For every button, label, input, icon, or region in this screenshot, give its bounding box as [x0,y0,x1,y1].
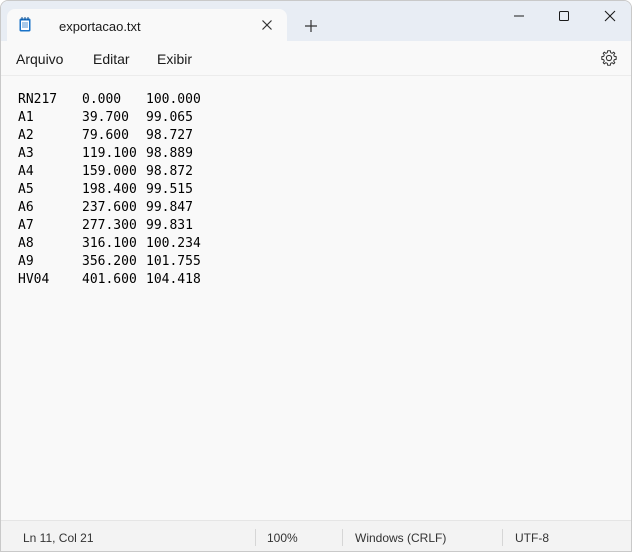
menu-bar: Arquivo Editar Exibir [1,41,631,76]
text-cell: HV04 [18,272,50,287]
close-window-icon[interactable] [598,7,622,25]
text-cell: 159.000 [82,164,137,179]
status-divider [255,529,256,546]
text-cell: 98.727 [146,128,193,143]
text-cell: 316.100 [82,236,137,251]
text-cell: A6 [18,200,34,215]
text-cell: 237.600 [82,200,137,215]
cursor-position[interactable]: Ln 11, Col 21 [23,531,94,545]
text-cell: A1 [18,110,34,125]
text-cell: A8 [18,236,34,251]
text-cell: 198.400 [82,182,137,197]
text-cell: 99.831 [146,218,193,233]
text-cell: A7 [18,218,34,233]
menu-arquivo[interactable]: Arquivo [16,51,63,67]
new-tab-icon[interactable] [303,18,319,34]
text-cell: 119.100 [82,146,137,161]
zoom-level[interactable]: 100% [267,531,298,545]
status-divider [502,529,503,546]
gear-icon[interactable] [600,49,618,67]
text-cell: A4 [18,164,34,179]
text-cell: 356.200 [82,254,137,269]
minimize-icon[interactable] [507,7,531,25]
status-divider [342,529,343,546]
encoding[interactable]: UTF-8 [515,531,549,545]
text-cell: 99.847 [146,200,193,215]
text-cell: A3 [18,146,34,161]
text-cell: A2 [18,128,34,143]
tab-title: exportacao.txt [59,19,141,34]
text-cell: 39.700 [82,110,129,125]
status-bar: Ln 11, Col 21 100% Windows (CRLF) UTF-8 [1,520,631,551]
text-cell: 99.065 [146,110,193,125]
text-cell: A5 [18,182,34,197]
text-cell: 104.418 [146,272,201,287]
menu-exibir[interactable]: Exibir [157,51,192,67]
text-cell: 100.234 [146,236,201,251]
maximize-icon[interactable] [552,7,576,25]
notepad-window: exportacao.txt Arquivo Editar Exibir RN2… [0,0,632,552]
text-editor[interactable]: RN217 0.000 100.000 A1 39.700 99.065 A2 79.600 9… [1,76,631,520]
tab-exportacao[interactable]: exportacao.txt [7,9,287,41]
text-cell: 98.889 [146,146,193,161]
text-cell: 79.600 [82,128,129,143]
text-cell: 99.515 [146,182,193,197]
text-cell: RN217 [18,92,58,107]
notepad-icon [19,17,31,32]
text-cell: 101.755 [146,254,201,269]
text-cell: 98.872 [146,164,193,179]
close-icon[interactable] [259,17,275,33]
menu-editar[interactable]: Editar [93,51,130,67]
title-bar[interactable]: exportacao.txt [1,1,631,41]
line-ending[interactable]: Windows (CRLF) [355,531,446,545]
text-cell: 0.000 [82,92,122,107]
text-cell: A9 [18,254,34,269]
text-cell: 401.600 [82,272,137,287]
text-cell: 277.300 [82,218,137,233]
text-cell: 100.000 [146,92,201,107]
